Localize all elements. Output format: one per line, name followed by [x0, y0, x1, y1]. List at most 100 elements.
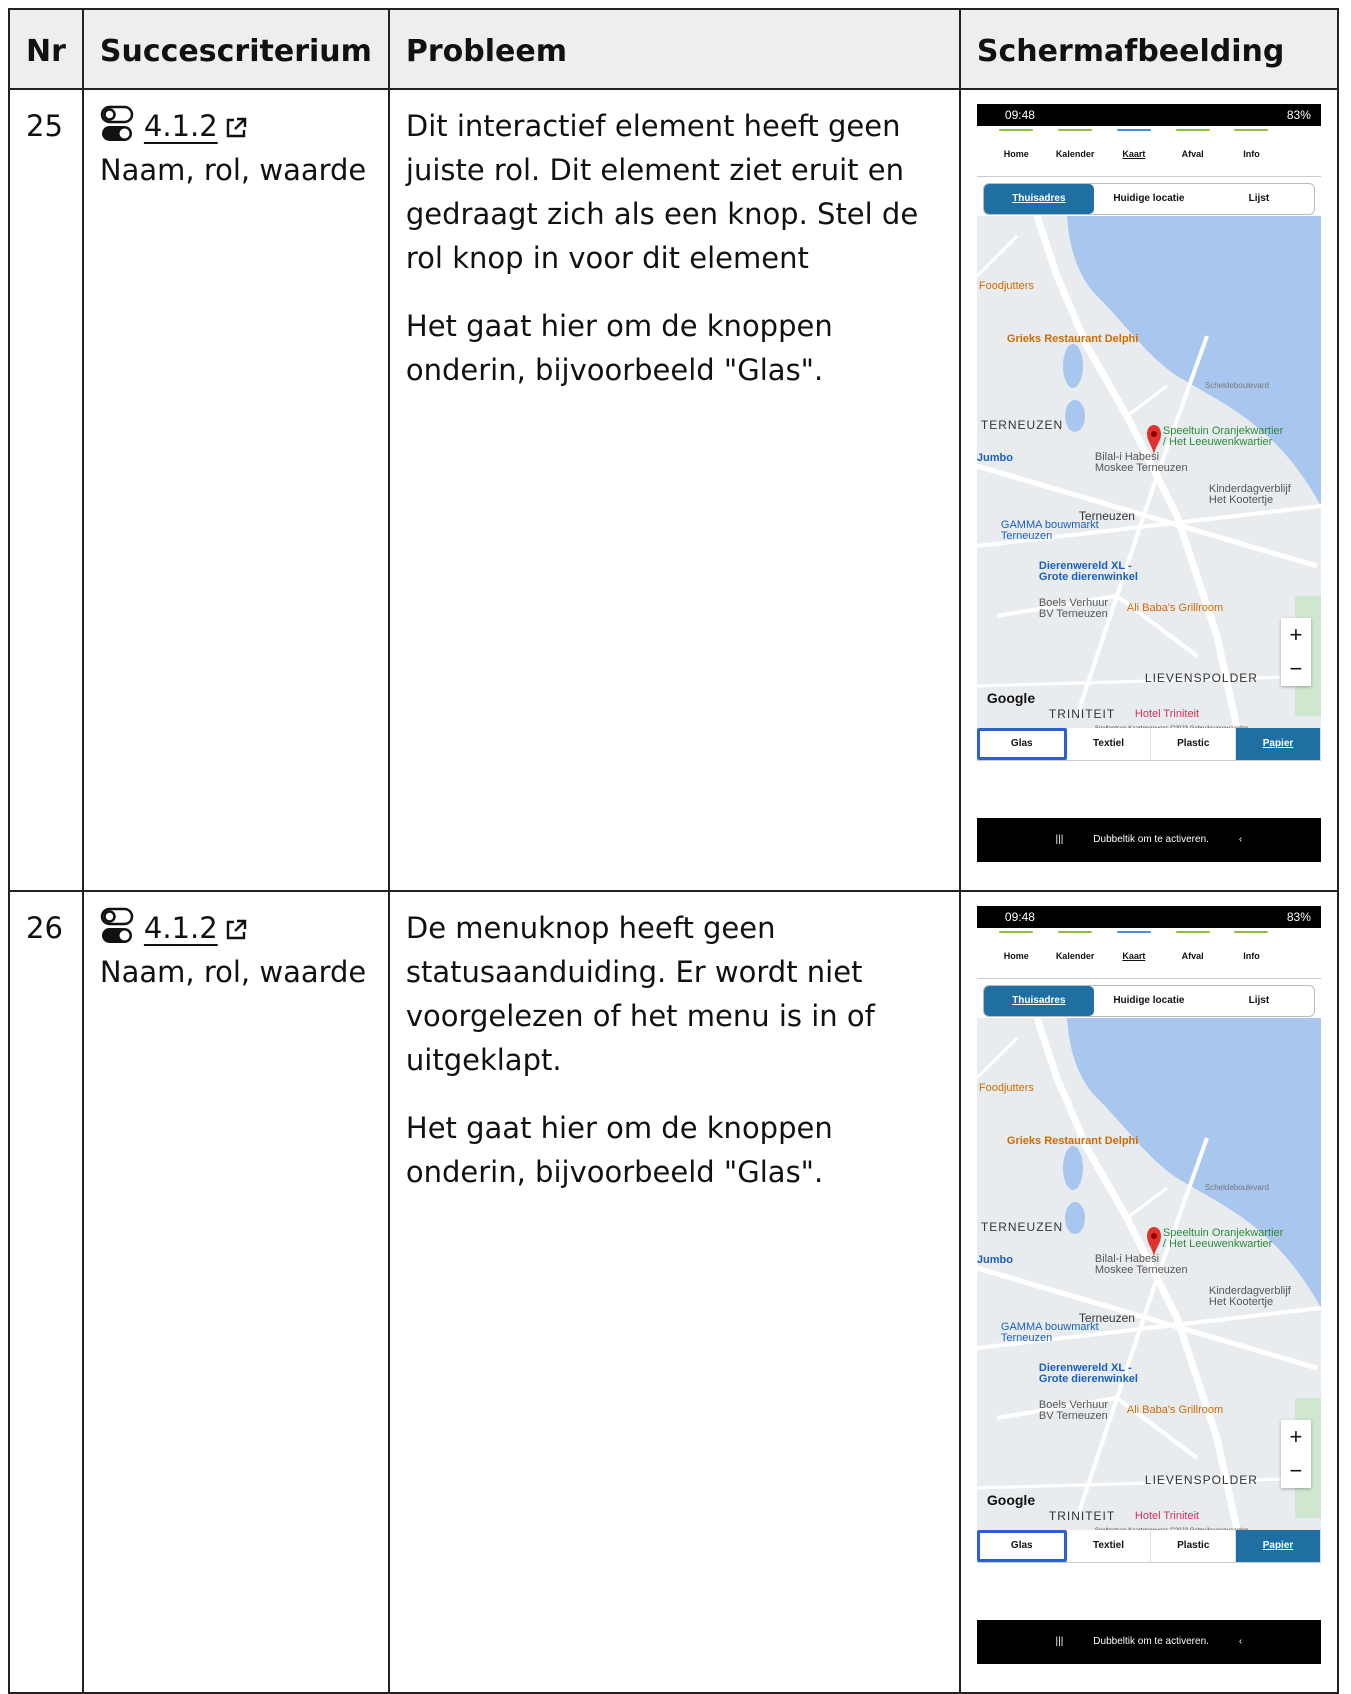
- zoom-out-button[interactable]: −: [1281, 652, 1311, 686]
- row-number: 25: [8, 88, 84, 892]
- waste-tab-glas[interactable]: Glas: [976, 728, 1067, 760]
- status-bar: 09:48 83%: [976, 906, 1321, 928]
- nav-item-label: Kaart: [1122, 149, 1146, 159]
- info-icon: [1234, 931, 1269, 933]
- kalender-icon: [1058, 931, 1093, 933]
- waste-tab-plastic[interactable]: Plastic: [1151, 1530, 1237, 1562]
- waste-tab-papier[interactable]: Papier: [1236, 728, 1321, 760]
- zoom-controls: + −: [1280, 618, 1311, 686]
- location-tabs: Thuisadres Huidige locatie Lijst: [982, 985, 1315, 1017]
- info-icon: [1234, 129, 1269, 131]
- nav-item-label: Info: [1243, 149, 1260, 159]
- nav-item-label: Afval: [1181, 149, 1204, 159]
- nav-item-label: Kalender: [1055, 149, 1095, 159]
- table-row: 25 4.1.2 Naam, rol, waarde Dit interacti…: [8, 88, 1339, 892]
- nav-item-home[interactable]: Home: [990, 928, 1042, 978]
- criterion-link[interactable]: 4.1.2: [144, 104, 218, 148]
- map-label-alibaba: Ali Baba's Grillroom: [1126, 1404, 1224, 1416]
- header-nr: Nr: [8, 8, 84, 90]
- location-tabs: Thuisadres Huidige locatie Lijst: [982, 183, 1315, 215]
- tab-0[interactable]: Thuisadres: [983, 184, 1094, 214]
- criterion-name: Naam, rol, waarde: [99, 153, 367, 187]
- zoom-in-button[interactable]: +: [1281, 618, 1311, 652]
- table-row: 26 4.1.2 Naam, rol, waarde De menuknop h…: [8, 890, 1339, 1694]
- map-label-dierenwereld: Dierenwereld XL - Grote dierenwinkel: [1038, 1362, 1138, 1385]
- map-label-scheldeboulevard: Scheldeboulevard: [1204, 1183, 1269, 1192]
- map[interactable]: Foodjutters Grieks Restaurant Delphi Sch…: [976, 216, 1321, 728]
- header-problem: Probleem: [387, 8, 961, 90]
- tab-2[interactable]: Lijst: [1204, 986, 1314, 1016]
- android-nav-bar: ||| Dubbeltik om te activeren. ‹: [976, 1620, 1321, 1664]
- waste-tab-plastic[interactable]: Plastic: [1151, 728, 1237, 760]
- external-link-icon: [226, 919, 246, 940]
- zoom-out-button[interactable]: −: [1281, 1454, 1311, 1488]
- zoom-in-button[interactable]: +: [1281, 1420, 1311, 1454]
- map-label-grieks: Grieks Restaurant Delphi: [1006, 1135, 1139, 1147]
- problem-paragraph: Dit interactief element heeft geen juist…: [405, 109, 919, 275]
- map-label-jumbo: Jumbo: [976, 1254, 1013, 1266]
- nav-item-afval[interactable]: Afval: [1167, 126, 1219, 176]
- talkback-hint: Dubbeltik om te activeren.: [1093, 1636, 1209, 1647]
- nav-item-kalender[interactable]: Kalender: [1049, 126, 1101, 176]
- map[interactable]: Foodjutters Grieks Restaurant Delphi Sch…: [976, 1018, 1321, 1530]
- map-label-bilal: Bilal-i Habesi Moskee Terneuzen: [1094, 451, 1188, 474]
- zoom-controls: + −: [1280, 1420, 1311, 1488]
- recents-icon[interactable]: |||: [1056, 1620, 1064, 1664]
- nav-item-info[interactable]: Info: [1225, 126, 1277, 176]
- criterion-cell: 4.1.2 Naam, rol, waarde: [81, 88, 390, 892]
- nav-item-label: Afval: [1181, 951, 1204, 961]
- external-link-icon: [226, 117, 246, 138]
- afval-icon: [1175, 931, 1210, 933]
- waste-tab-textiel[interactable]: Textiel: [1067, 728, 1152, 760]
- map-label-foodjutters: Foodjutters: [978, 1082, 1034, 1094]
- map-label-gamma: GAMMA bouwmarkt Terneuzen: [1000, 1321, 1099, 1344]
- back-icon[interactable]: ‹: [1239, 1620, 1242, 1664]
- app-nav: Home Kalender Kaart Afval Info: [976, 126, 1321, 177]
- nav-item-kalender[interactable]: Kalender: [1049, 928, 1101, 978]
- nav-item-afval[interactable]: Afval: [1167, 928, 1219, 978]
- tab-2[interactable]: Lijst: [1204, 184, 1314, 214]
- toggle-icon: [100, 105, 134, 141]
- phone-screenshot: 09:48 83% Home Kalender Kaart Afval Info Thu…: [976, 906, 1321, 1664]
- nav-item-label: Info: [1243, 951, 1260, 961]
- map-label-gamma: GAMMA bouwmarkt Terneuzen: [1000, 519, 1099, 542]
- home-icon: [999, 931, 1034, 933]
- back-icon[interactable]: ‹: [1239, 818, 1242, 862]
- waste-tab-textiel[interactable]: Textiel: [1067, 1530, 1152, 1562]
- criterion-link[interactable]: 4.1.2: [144, 906, 218, 950]
- kalender-icon: [1058, 129, 1093, 131]
- nav-item-label: Kalender: [1055, 951, 1095, 961]
- recents-icon[interactable]: |||: [1056, 818, 1064, 862]
- map-label-bilal: Bilal-i Habesi Moskee Terneuzen: [1094, 1253, 1188, 1276]
- tab-0[interactable]: Thuisadres: [983, 986, 1094, 1016]
- home-icon: [999, 129, 1034, 131]
- criterion-cell: 4.1.2 Naam, rol, waarde: [81, 890, 390, 1694]
- app-nav: Home Kalender Kaart Afval Info: [976, 928, 1321, 979]
- problem-cell: De menuknop heeft geen statusaanduiding.…: [387, 890, 961, 1694]
- talkback-hint: Dubbeltik om te activeren.: [1093, 834, 1209, 845]
- waste-tab-glas[interactable]: Glas: [976, 1530, 1067, 1562]
- tab-1[interactable]: Huidige locatie: [1094, 986, 1204, 1016]
- nav-item-kaart[interactable]: Kaart: [1108, 126, 1160, 176]
- nav-item-label: Home: [1003, 951, 1029, 961]
- nav-item-info[interactable]: Info: [1225, 928, 1277, 978]
- problem-cell: Dit interactief element heeft geen juist…: [387, 88, 961, 892]
- header-criterion: Succescriterium: [81, 8, 390, 90]
- map-label-scheldeboulevard: Scheldeboulevard: [1204, 381, 1269, 390]
- nav-item-home[interactable]: Home: [990, 126, 1042, 176]
- tab-1[interactable]: Huidige locatie: [1094, 184, 1204, 214]
- map-label-boels: Boels Verhuur BV Terneuzen: [1038, 1399, 1108, 1422]
- nav-item-label: Kaart: [1122, 951, 1146, 961]
- nav-item-kaart[interactable]: Kaart: [1108, 928, 1160, 978]
- problem-paragraph: De menuknop heeft geen statusaanduiding.…: [405, 911, 875, 1077]
- map-label-boels: Boels Verhuur BV Terneuzen: [1038, 597, 1108, 620]
- map-label-kinderdagverblijf: Kinderdagverblijf Het Kootertje: [1208, 483, 1291, 506]
- waste-type-tabs: Glas Textiel Plastic Papier: [976, 728, 1321, 761]
- android-nav-bar: ||| Dubbeltik om te activeren. ‹: [976, 818, 1321, 862]
- toggle-icon: [100, 907, 134, 943]
- waste-tab-papier[interactable]: Papier: [1236, 1530, 1321, 1562]
- battery-level: 83%: [1286, 108, 1311, 122]
- screenshot-cell: 09:48 83% Home Kalender Kaart Afval Info Thu…: [958, 890, 1339, 1694]
- google-logo: Google: [986, 690, 1036, 706]
- map-label-jumbo: Jumbo: [976, 452, 1013, 464]
